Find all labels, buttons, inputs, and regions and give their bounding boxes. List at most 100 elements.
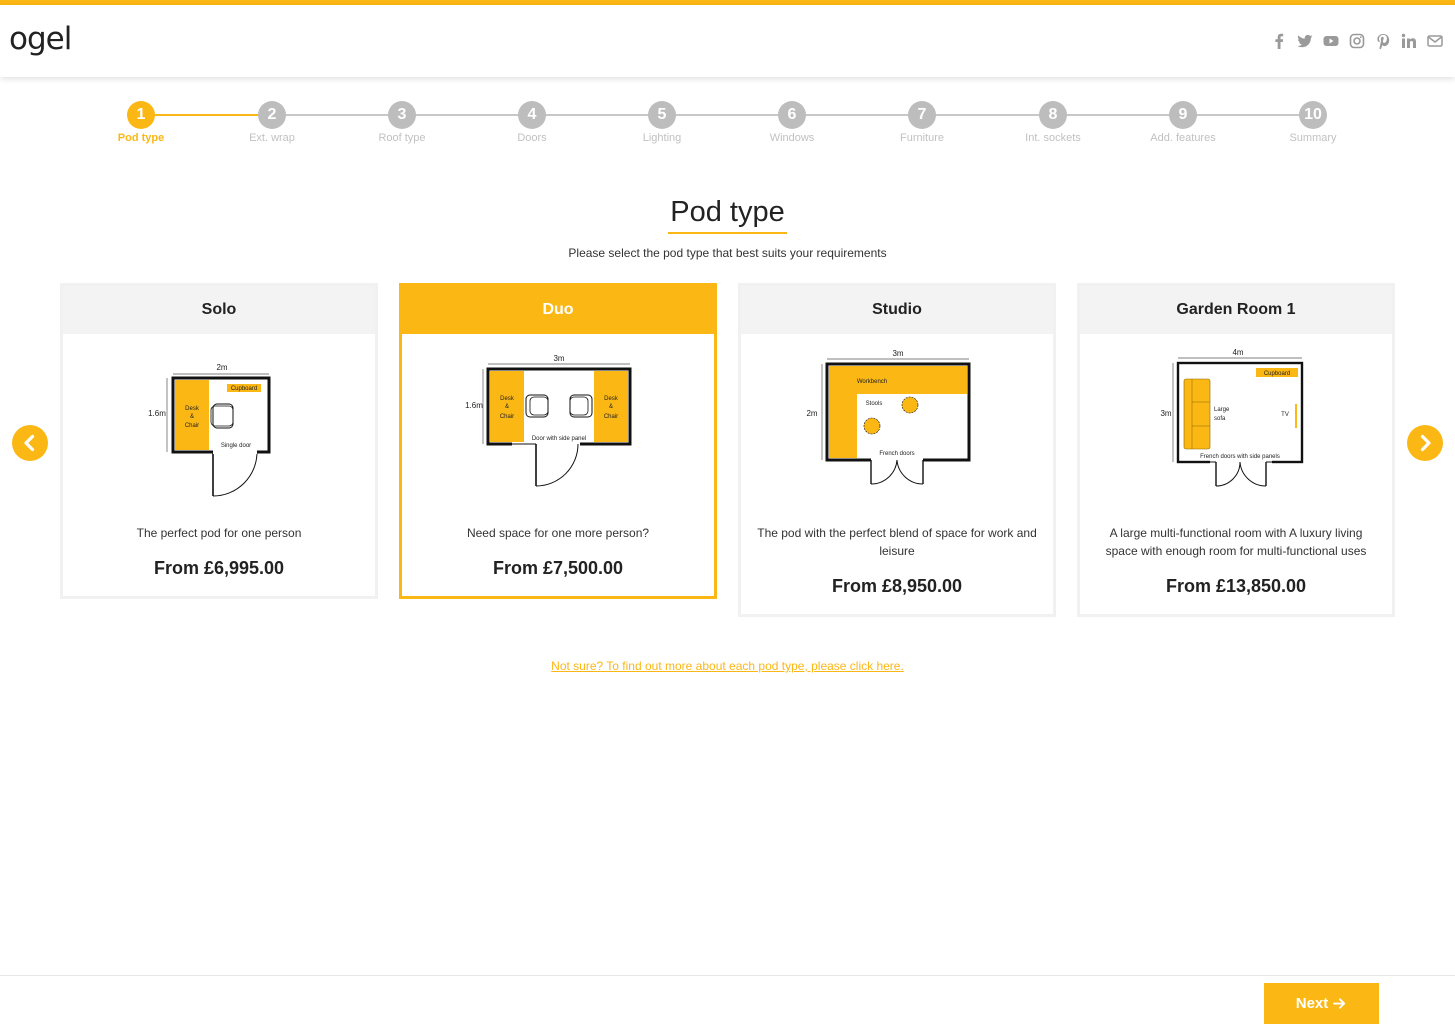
plan-label: Desk <box>500 396 515 402</box>
logo[interactable]: ogel <box>9 21 72 57</box>
pod-card-description: The pod with the perfect blend of space … <box>757 526 1037 558</box>
step-label: Lighting <box>642 132 682 144</box>
step-label: Pod type <box>117 132 165 144</box>
pod-card-title: Garden Room 1 <box>1080 286 1392 334</box>
pod-card-garden-room-1[interactable]: Garden Room 1 4m 3m Cupboard Large sofa … <box>1077 283 1395 617</box>
linkedin-icon[interactable] <box>1401 33 1417 49</box>
pod-card-price: From £8,950.00 <box>831 576 963 596</box>
plan-label: Stools <box>866 401 883 407</box>
plan-label: & <box>190 414 194 420</box>
pod-card-price: From £7,500.00 <box>492 558 624 578</box>
step-number: 3 <box>388 101 416 129</box>
step-1[interactable]: 1 Pod type <box>81 101 201 144</box>
step-label: Ext. wrap <box>249 132 295 144</box>
plan-depth-label: 3m <box>1160 409 1171 418</box>
step-number: 7 <box>908 101 936 129</box>
plan-label: Door with side panel <box>532 436 586 442</box>
floor-plan-duo: 3m 1.6m Desk & Chair Desk & Chair Door w… <box>402 334 714 524</box>
step-2[interactable]: 2 Ext. wrap <box>212 101 332 144</box>
twitter-icon[interactable] <box>1297 33 1313 49</box>
page-subtitle: Please select the pod type that best sui… <box>568 246 887 260</box>
step-9[interactable]: 9 Add. features <box>1123 101 1243 144</box>
email-icon[interactable] <box>1427 33 1443 49</box>
step-number: 2 <box>258 101 286 129</box>
pod-card-price: From £6,995.00 <box>153 558 285 578</box>
step-number: 9 <box>1169 101 1197 129</box>
plan-width-label: 3m <box>553 354 564 363</box>
plan-label: Chair <box>185 423 199 429</box>
step-4[interactable]: 4 Doors <box>472 101 592 144</box>
next-button[interactable]: Next <box>1264 983 1379 1024</box>
plan-width-label: 3m <box>892 349 903 358</box>
plan-label: & <box>505 404 509 410</box>
plan-label: sofa <box>1214 416 1226 422</box>
plan-depth-label: 1.6m <box>148 409 166 418</box>
carousel-prev-button[interactable] <box>12 425 48 461</box>
pod-card-studio[interactable]: Studio 3m 2m Workbench Stools French doo… <box>738 283 1056 617</box>
step-label: Int. sockets <box>1025 132 1081 144</box>
pod-card-solo[interactable]: Solo 2m 1.6m Cupboard Desk & Chair Singl… <box>60 283 378 599</box>
pod-card-title: Solo <box>63 286 375 334</box>
plan-label: Single door <box>221 443 251 449</box>
pinterest-icon[interactable] <box>1375 33 1391 49</box>
floor-plan-garden-room: 4m 3m Cupboard Large sofa TV French door… <box>1080 334 1392 524</box>
chevron-right-icon <box>1420 434 1431 452</box>
pod-card-duo[interactable]: Duo 3m 1.6m Desk & Chair Desk & Chair Do… <box>399 283 717 599</box>
pod-card-description: A large multi-functional room with A lux… <box>1105 526 1367 558</box>
step-number: 10 <box>1299 101 1327 129</box>
step-number: 4 <box>518 101 546 129</box>
step-number: 6 <box>778 101 806 129</box>
step-number: 5 <box>648 101 676 129</box>
social-links <box>1271 33 1443 49</box>
step-5[interactable]: 5 Lighting <box>602 101 722 144</box>
pod-card-price: From £13,850.00 <box>1165 576 1307 596</box>
plan-label: Large <box>1214 407 1230 413</box>
plan-depth-label: 1.6m <box>465 401 483 410</box>
plan-label: Workbench <box>857 379 887 385</box>
step-10[interactable]: 10 Summary <box>1253 101 1373 144</box>
pod-info-link[interactable]: Not sure? To find out more about each po… <box>551 659 904 673</box>
floor-plan-solo: 2m 1.6m Cupboard Desk & Chair Single doo… <box>63 334 375 524</box>
plan-label: Cupboard <box>231 386 257 392</box>
plan-width-label: 2m <box>216 363 227 372</box>
plan-label: Desk <box>185 406 200 412</box>
step-8[interactable]: 8 Int. sockets <box>993 101 1113 144</box>
pod-card-description: Need space for one more person? <box>466 526 650 540</box>
page-title-text: Pod type <box>668 196 787 234</box>
logo-text: ogel <box>9 21 72 57</box>
pod-card-description: The perfect pod for one person <box>136 526 302 540</box>
plan-label: French doors with side panels <box>1200 454 1280 460</box>
page-title: Pod type <box>0 196 1455 234</box>
youtube-icon[interactable] <box>1323 33 1339 49</box>
next-button-label: Next <box>1295 995 1329 1012</box>
plan-label: Desk <box>604 396 619 402</box>
step-label: Furniture <box>899 132 945 144</box>
step-7[interactable]: 7 Furniture <box>862 101 982 144</box>
step-label: Windows <box>769 132 815 144</box>
site-header: ogel <box>0 5 1455 77</box>
carousel-next-button[interactable] <box>1407 425 1443 461</box>
arrow-right-icon <box>1333 998 1346 1009</box>
pod-info-link-wrap: Not sure? To find out more about each po… <box>0 659 1455 673</box>
step-3[interactable]: 3 Roof type <box>342 101 462 144</box>
step-label: Roof type <box>378 132 426 144</box>
step-label: Doors <box>517 132 547 144</box>
step-number: 1 <box>127 101 155 129</box>
chevron-left-icon <box>24 434 35 452</box>
plan-label: Cupboard <box>1264 371 1290 377</box>
plan-label: Chair <box>604 414 618 420</box>
pod-card-title: Studio <box>741 286 1053 334</box>
instagram-icon[interactable] <box>1349 33 1365 49</box>
plan-depth-label: 2m <box>806 409 817 418</box>
step-label: Add. features <box>1150 132 1216 144</box>
plan-label: Chair <box>500 414 514 420</box>
plan-label: & <box>609 404 613 410</box>
plan-label: TV <box>1281 412 1289 418</box>
plan-label: French doors <box>879 451 914 457</box>
plan-width-label: 4m <box>1232 348 1243 357</box>
footer-bar: Next <box>0 975 1455 1029</box>
floor-plan-studio: 3m 2m Workbench Stools French doors <box>741 334 1053 524</box>
step-6[interactable]: 6 Windows <box>732 101 852 144</box>
facebook-icon[interactable] <box>1271 33 1287 49</box>
pod-card-title: Duo <box>402 286 714 334</box>
